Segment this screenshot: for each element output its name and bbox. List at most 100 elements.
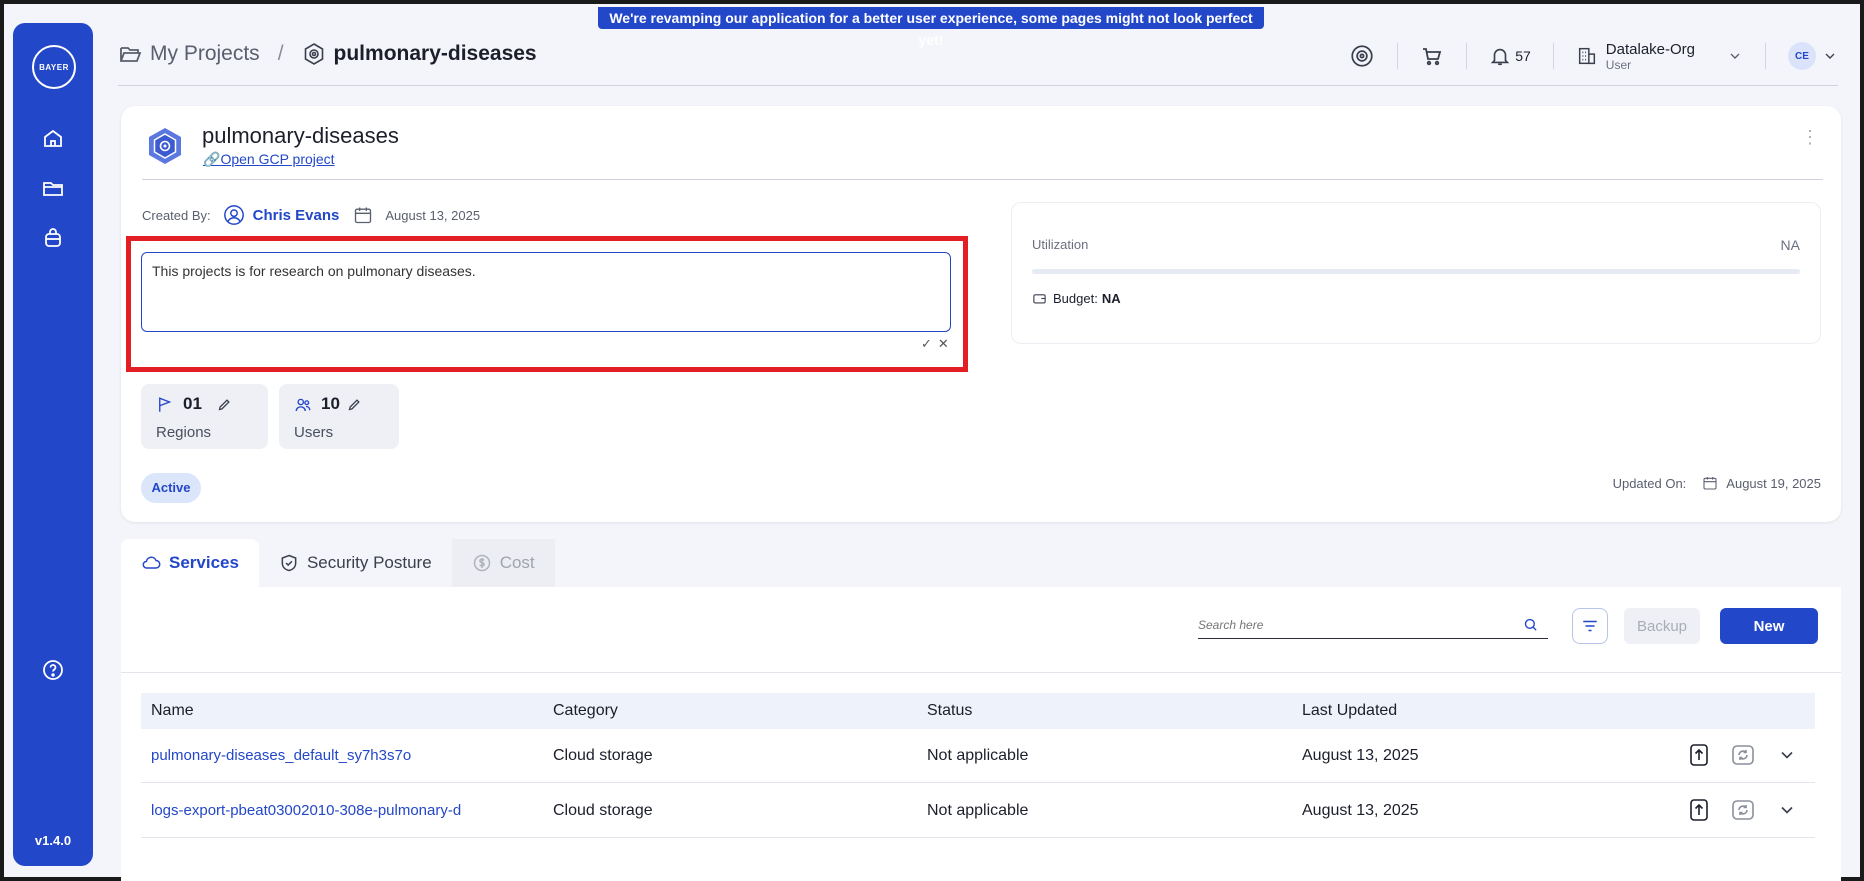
chevron-down-icon[interactable] bbox=[1777, 800, 1797, 820]
chevron-down-icon[interactable] bbox=[1777, 745, 1797, 765]
budget-row: Budget: NA bbox=[1032, 291, 1121, 306]
backup-button[interactable]: Backup bbox=[1624, 608, 1700, 644]
updated-date: August 19, 2025 bbox=[1726, 475, 1821, 491]
utilization-value: NA bbox=[1780, 237, 1800, 253]
updated-on: Updated On: August 19, 2025 bbox=[1613, 475, 1821, 491]
regions-count: 01 bbox=[183, 394, 202, 413]
column-header[interactable]: Name bbox=[151, 693, 194, 729]
link-icon: 🔗 bbox=[203, 151, 221, 167]
folder-icon[interactable] bbox=[41, 176, 65, 200]
users-stat: 10 Users bbox=[279, 384, 399, 449]
tab-services-label: Services bbox=[169, 553, 239, 572]
created-by-row: Created By: Chris Evans August 13, 2025 bbox=[142, 204, 480, 226]
cart-icon[interactable] bbox=[1420, 44, 1444, 68]
table-row: logs-export-pbeat03002010-308e-pulmonary… bbox=[141, 784, 1815, 838]
upload-icon[interactable] bbox=[1689, 744, 1709, 766]
chevron-down-icon bbox=[1730, 53, 1740, 59]
project-title: pulmonary-diseases bbox=[202, 123, 399, 148]
cancel-icon[interactable]: ✕ bbox=[938, 336, 949, 352]
service-updated: August 13, 2025 bbox=[1302, 802, 1419, 819]
org-selector[interactable]: Datalake-Org User bbox=[1576, 41, 1743, 72]
created-by-user[interactable]: Chris Evans bbox=[253, 207, 340, 224]
description-textarea[interactable]: This projects is for research on pulmona… bbox=[141, 252, 951, 332]
refresh-icon[interactable] bbox=[1731, 799, 1755, 821]
divider bbox=[1466, 43, 1468, 69]
filter-icon bbox=[1583, 620, 1597, 632]
tab-security-posture[interactable]: Security Posture bbox=[259, 539, 452, 587]
org-role: User bbox=[1605, 57, 1632, 72]
column-header[interactable]: Category bbox=[553, 693, 618, 729]
bayer-logo[interactable]: BAYER bbox=[32, 45, 76, 89]
announcement-banner: We're revamping our application for a be… bbox=[598, 7, 1264, 48]
regions-label: Regions bbox=[156, 424, 212, 441]
open-gcp-link[interactable]: 🔗Open GCP project bbox=[203, 151, 335, 168]
service-category: Cloud storage bbox=[553, 747, 653, 764]
refresh-icon[interactable] bbox=[1731, 744, 1755, 766]
service-category: Cloud storage bbox=[553, 802, 653, 819]
service-status: Not applicable bbox=[927, 802, 1029, 819]
user-circle-icon bbox=[223, 205, 244, 225]
created-by-label: Created By: bbox=[142, 207, 211, 223]
pencil-icon[interactable] bbox=[347, 397, 362, 412]
breadcrumb-separator: / bbox=[277, 42, 284, 65]
folder-open-icon bbox=[120, 47, 142, 62]
new-button[interactable]: New bbox=[1720, 608, 1818, 644]
breadcrumb: My Projects / pulmonary-diseases bbox=[118, 42, 537, 66]
more-options-icon[interactable]: ⋮ bbox=[1801, 128, 1819, 146]
users-count: 10 bbox=[321, 394, 340, 413]
search-input[interactable] bbox=[1198, 613, 1518, 637]
top-bar: My Projects / pulmonary-diseases 57 Data… bbox=[118, 38, 1838, 86]
pencil-icon[interactable] bbox=[217, 397, 232, 412]
column-header[interactable]: Status bbox=[927, 693, 972, 729]
settings-icon[interactable] bbox=[1349, 43, 1375, 69]
budget-value: NA bbox=[1101, 291, 1121, 306]
users-icon bbox=[295, 398, 311, 412]
home-icon[interactable] bbox=[41, 126, 65, 150]
filter-button[interactable] bbox=[1572, 608, 1608, 644]
status-badge: Active bbox=[141, 473, 201, 503]
cloud-icon bbox=[142, 556, 161, 569]
project-hex-icon bbox=[149, 128, 181, 164]
regions-stat: 01 Regions bbox=[141, 384, 268, 449]
org-name: Datalake-Org bbox=[1605, 40, 1695, 58]
tab-cost-label: Cost bbox=[499, 553, 535, 572]
avatar: CE bbox=[1788, 42, 1816, 70]
tab-cost[interactable]: Cost bbox=[451, 539, 555, 587]
help-icon[interactable] bbox=[41, 658, 65, 682]
table-row: pulmonary-diseases_default_sy7h3s7o Clou… bbox=[141, 729, 1815, 783]
service-updated: August 13, 2025 bbox=[1302, 747, 1419, 764]
breadcrumb-my-projects[interactable]: My Projects bbox=[150, 42, 260, 66]
row-actions bbox=[1689, 799, 1797, 821]
building-icon bbox=[1578, 47, 1595, 65]
column-header[interactable]: Last Updated bbox=[1302, 693, 1397, 729]
calendar-icon bbox=[355, 207, 372, 224]
project-card: pulmonary-diseases 🔗Open GCP project ⋮ C… bbox=[121, 106, 1841, 522]
service-name-link[interactable]: logs-export-pbeat03002010-308e-pulmonary… bbox=[151, 784, 461, 838]
confirm-icon[interactable]: ✓ bbox=[921, 336, 932, 352]
divider bbox=[1765, 43, 1766, 69]
wallet-icon bbox=[1033, 294, 1046, 304]
search-icon[interactable] bbox=[1523, 617, 1538, 632]
description-actions: ✓ ✕ bbox=[921, 336, 949, 352]
utilization-label: Utilization bbox=[1032, 237, 1089, 252]
services-panel: Backup New Name Category Status Last Upd… bbox=[121, 587, 1841, 881]
flag-icon bbox=[159, 397, 172, 412]
user-menu[interactable]: CE bbox=[1788, 42, 1838, 70]
project-hex-icon bbox=[304, 43, 323, 65]
bag-icon[interactable] bbox=[41, 226, 65, 250]
notifications-button[interactable]: 57 bbox=[1489, 45, 1531, 67]
tab-services[interactable]: Services bbox=[121, 539, 259, 587]
divider bbox=[1552, 43, 1554, 69]
upload-icon[interactable] bbox=[1689, 799, 1709, 821]
service-name-link[interactable]: pulmonary-diseases_default_sy7h3s7o bbox=[151, 729, 411, 783]
users-label: Users bbox=[294, 424, 334, 441]
divider bbox=[121, 672, 1841, 673]
chevron-down-icon bbox=[1825, 53, 1835, 59]
budget-label: Budget: bbox=[1053, 291, 1098, 306]
row-actions bbox=[1689, 744, 1797, 766]
app-version: v1.4.0 bbox=[34, 833, 72, 848]
updated-label: Updated On: bbox=[1612, 475, 1687, 491]
service-status: Not applicable bbox=[927, 747, 1029, 764]
calendar-icon bbox=[1703, 477, 1717, 490]
created-date: August 13, 2025 bbox=[385, 207, 481, 223]
